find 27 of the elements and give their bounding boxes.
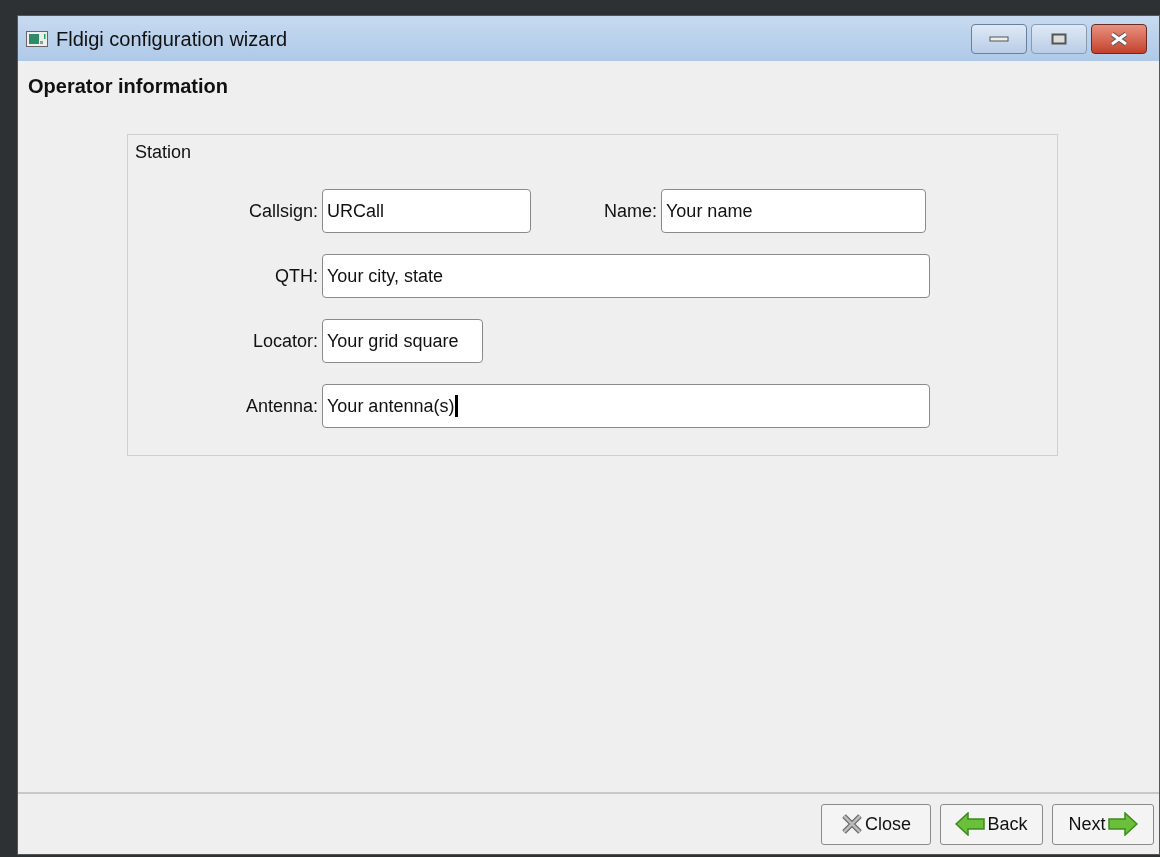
page-heading: Operator information bbox=[27, 74, 229, 99]
minimize-button[interactable] bbox=[971, 23, 1027, 54]
back-button[interactable]: Back bbox=[940, 803, 1043, 845]
field-label: QTH: bbox=[274, 264, 319, 288]
maximize-icon bbox=[1051, 32, 1067, 45]
field-label: Antenna: bbox=[244, 394, 319, 418]
field-label: Name: bbox=[603, 199, 658, 223]
close-icon bbox=[841, 814, 863, 834]
next-button[interactable]: Next bbox=[1052, 803, 1154, 845]
close-icon bbox=[1109, 31, 1129, 46]
text-cursor bbox=[455, 395, 459, 417]
app-icon bbox=[26, 30, 48, 47]
field-label: Locator: bbox=[251, 329, 319, 353]
window-title: Fldigi configuration wizard bbox=[56, 26, 288, 52]
maximize-button[interactable] bbox=[1031, 23, 1087, 54]
field-label: Callsign: bbox=[247, 199, 319, 223]
input-field[interactable]: Your grid square bbox=[322, 319, 483, 363]
input-field[interactable]: Your antenna(s) bbox=[322, 384, 930, 428]
close-window-button[interactable] bbox=[1091, 23, 1147, 54]
input-field[interactable]: Your city, state bbox=[322, 254, 930, 298]
input-field[interactable]: Your name bbox=[661, 189, 926, 233]
close-button[interactable]: Close bbox=[821, 803, 931, 845]
input-field[interactable]: URCall bbox=[322, 189, 531, 233]
arrow-left-icon bbox=[955, 812, 986, 836]
group-title: Station bbox=[135, 141, 192, 164]
minimize-icon bbox=[989, 35, 1009, 42]
arrow-right-icon bbox=[1107, 812, 1138, 836]
